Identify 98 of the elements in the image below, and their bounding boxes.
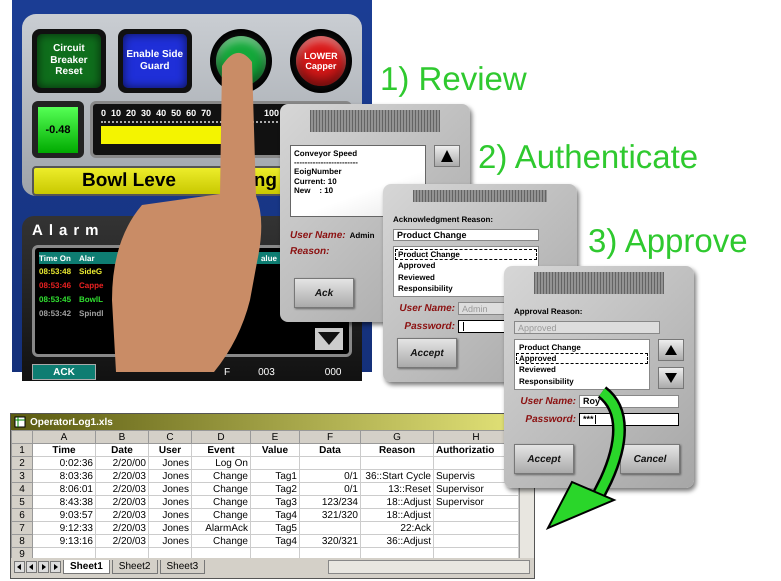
table-cell-text: 08:53:48 [39, 266, 72, 276]
table-cell: Tag5 [250, 522, 300, 534]
table-cell-text: 08:53:46 [39, 280, 72, 290]
scale-label: 60 [186, 108, 196, 118]
table-cell: 2/20/00 [96, 456, 148, 470]
table-cell: Jones [148, 482, 192, 496]
footer-value: F [224, 366, 230, 378]
table-cell: Tag4 [250, 508, 300, 522]
user-name: Admin [350, 231, 374, 240]
table-cell: Change [192, 534, 250, 548]
table-cell: 8:03:36 [32, 470, 96, 482]
table-cell: Jones [148, 522, 192, 534]
field-label: Acknowledgment Reason: [393, 215, 494, 224]
table-cell-text: SideG [79, 266, 104, 276]
info-line: New : 10 [294, 186, 334, 195]
table-cell: 123/234 [300, 496, 360, 508]
table-cell: 18::Adjust [360, 508, 434, 522]
scale-label: 0 [101, 108, 106, 118]
table-cell: Tag4 [250, 534, 300, 548]
table-cell: Change [192, 496, 250, 508]
table-cell: 9:12:33 [32, 522, 96, 534]
table-cell-text: 08:53:45 [39, 294, 72, 304]
banner-text: Bowl Leve [82, 170, 176, 192]
table-cell: 320/321 [300, 534, 360, 548]
table-cell: Log On [192, 456, 250, 470]
table-cell: 2/20/03 [96, 534, 148, 548]
table-cell: Time [32, 444, 96, 456]
field-label: Password: [403, 321, 455, 332]
footer-value: 000 [324, 366, 342, 378]
table-cell: Data [300, 444, 360, 456]
table-cell: 22:Ack [360, 522, 434, 534]
info-line: EoigNumber [294, 167, 343, 177]
field-label: Password: [524, 414, 576, 425]
table-cell: 9:03:57 [32, 508, 96, 522]
scale-label: 10 [111, 108, 122, 118]
scale-label: 70 [201, 108, 212, 118]
table-cell: Reason [360, 444, 434, 456]
table-cell: AlarmAck [192, 522, 250, 534]
scale-label: 100 [264, 108, 279, 118]
table-cell: 8:06:01 [32, 482, 96, 496]
table-cell: Tag2 [250, 482, 300, 496]
step-label: 2) Authenticate [478, 138, 698, 176]
info-line: Current: 10 [294, 176, 338, 186]
table-cell: Date [96, 444, 148, 456]
table-cell-text: BowlL [79, 294, 104, 304]
table-cell: Change [192, 482, 250, 496]
table-cell: 321/320 [300, 508, 360, 522]
table-cell: 9:13:16 [32, 534, 96, 548]
table-cell: Value [250, 444, 300, 456]
field-label: Approval Reason: [514, 307, 582, 316]
table-cell: 18::Adjust [360, 496, 434, 508]
table-cell: Jones [148, 470, 192, 482]
table-cell-text: 08:53:42 [39, 308, 72, 318]
step-label: 3) Approve [588, 222, 748, 260]
table-cell: Jones [148, 534, 192, 548]
table-cell: 0/1 [300, 482, 360, 496]
info-line: Conveyor Speed [294, 149, 358, 158]
field-label: User Name: [519, 396, 576, 407]
table-cell: 13::Reset [360, 482, 434, 496]
info-line: ------------------------ [294, 158, 359, 168]
field-label: User Name: [290, 230, 346, 241]
table-cell: 8:43:38 [32, 496, 96, 508]
window-title: OperatorLog1.xls [30, 416, 113, 428]
column-header: Alar [79, 254, 96, 262]
table-cell: 36::Start Cycle [360, 470, 434, 482]
table-cell: Event [192, 444, 250, 456]
table-cell: 0/1 [300, 470, 360, 482]
table-cell: User [148, 444, 192, 456]
table-cell: 2/20/03 [96, 496, 148, 508]
table-cell: Tag3 [250, 496, 300, 508]
scale-label: 20 [126, 108, 136, 118]
table-cell: Jones [148, 496, 192, 508]
table-cell: Change [192, 470, 250, 482]
scale-label: 50 [171, 108, 182, 118]
banner-text: ng [254, 170, 277, 192]
field-label: User Name: [398, 303, 455, 314]
field-label: Reason: [290, 246, 330, 257]
table-cell-text: Spindl [79, 308, 104, 318]
table-cell: Change [192, 508, 250, 522]
table-cell: 2/20/03 [96, 522, 148, 534]
scale-label: 30 [141, 108, 152, 118]
table-cell: 0:02:36 [32, 456, 96, 470]
table-cell: 2/20/03 [96, 482, 148, 496]
step-label: 1) Review [380, 60, 527, 98]
footer-value: 003 [258, 366, 275, 378]
table-cell: 36::Adjust [360, 534, 434, 548]
value-readout: -0.48 [38, 106, 78, 153]
table-cell-text: Cappe [79, 280, 104, 290]
scale-label: 40 [156, 108, 166, 118]
panel-title: Alarm [32, 222, 105, 239]
table-cell: Jones [148, 508, 192, 522]
column-header: Time On [39, 254, 72, 262]
column-header: alue [260, 254, 277, 262]
table-cell: 2/20/03 [96, 508, 148, 522]
table-cell: Jones [148, 456, 192, 470]
table-cell: 2/20/03 [96, 470, 148, 482]
table-cell: Supervisor [434, 496, 518, 508]
table-cell: Tag1 [250, 470, 300, 482]
